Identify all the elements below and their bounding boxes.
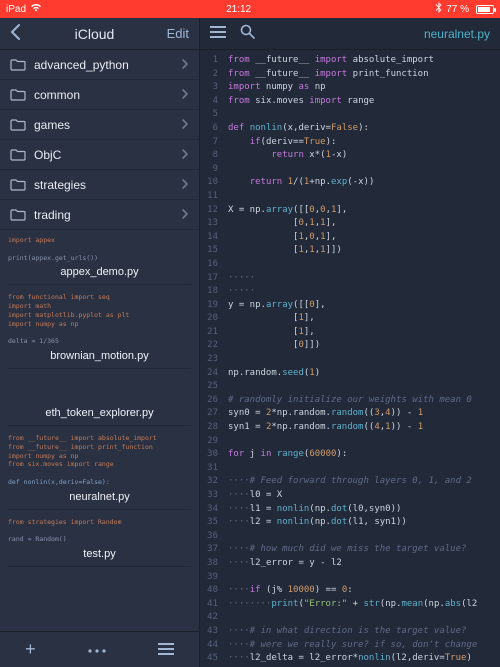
preview-code: import appex print(appex.get_urls()) <box>8 236 191 262</box>
chevron-right-icon <box>182 88 189 102</box>
preview-code: from strategies import Random rand = Ran… <box>8 518 191 544</box>
line-gutter: 1 2 3 4 5 6 7 8 9 10 11 12 13 14 15 16 1… <box>200 50 222 667</box>
file-preview[interactable]: import appex print(appex.get_urls())appe… <box>0 230 199 287</box>
search-icon[interactable] <box>240 24 260 44</box>
chevron-right-icon <box>182 118 189 132</box>
settings-button[interactable] <box>86 639 108 660</box>
battery-percent: 77 % <box>446 4 469 15</box>
preview-code: from __future__ import absolute_import f… <box>8 434 191 487</box>
chevron-right-icon <box>182 178 189 192</box>
folder-row[interactable]: common <box>0 80 199 110</box>
folder-row[interactable]: trading <box>0 200 199 230</box>
folder-icon <box>10 119 26 131</box>
preview-code: from functional import seq import math i… <box>8 293 191 346</box>
file-previews: import appex print(appex.get_urls())appe… <box>0 230 199 631</box>
location-title: iCloud <box>30 26 159 42</box>
preview-title: test.py <box>8 544 191 567</box>
folder-icon <box>10 179 26 191</box>
bluetooth-icon <box>435 2 442 16</box>
folder-name: trading <box>26 208 182 222</box>
folder-name: games <box>26 118 182 132</box>
folder-icon <box>10 149 26 161</box>
folder-row[interactable]: advanced_python <box>0 50 199 80</box>
battery-icon <box>473 5 494 14</box>
editor-nav: neuralnet.py <box>200 18 500 50</box>
device-label: iPad <box>6 4 26 15</box>
bottom-toolbar: + <box>0 631 199 667</box>
chevron-right-icon <box>182 148 189 162</box>
clock: 21:12 <box>42 4 435 15</box>
open-file-name[interactable]: neuralnet.py <box>424 27 490 41</box>
file-browser-nav: iCloud Edit <box>0 18 199 50</box>
preview-title: brownian_motion.py <box>8 346 191 369</box>
view-mode-button[interactable] <box>158 639 174 660</box>
code-content[interactable]: from __future__ import absolute_import f… <box>222 50 500 667</box>
folder-name: common <box>26 88 182 102</box>
folder-name: ObjC <box>26 148 182 162</box>
folder-icon <box>10 89 26 101</box>
folder-icon <box>10 59 26 71</box>
add-button[interactable]: + <box>25 639 36 660</box>
folder-row[interactable]: games <box>0 110 199 140</box>
editor-pane: neuralnet.py 1 2 3 4 5 6 7 8 9 10 11 12 … <box>200 18 500 667</box>
edit-button[interactable]: Edit <box>159 26 189 41</box>
file-preview[interactable]: from __future__ import absolute_import f… <box>0 428 199 512</box>
folder-name: advanced_python <box>26 58 182 72</box>
folder-row[interactable]: strategies <box>0 170 199 200</box>
file-preview[interactable]: eth_token_explorer.py <box>0 371 199 428</box>
file-preview[interactable]: from functional import seq import math i… <box>0 287 199 371</box>
folder-row[interactable]: ObjC <box>0 140 199 170</box>
chevron-right-icon <box>182 208 189 222</box>
file-browser-pane: iCloud Edit advanced_pythoncommon games Ob… <box>0 18 200 667</box>
code-editor[interactable]: 1 2 3 4 5 6 7 8 9 10 11 12 13 14 15 16 1… <box>200 50 500 667</box>
wifi-icon <box>30 3 42 15</box>
preview-title: neuralnet.py <box>8 487 191 510</box>
folder-list: advanced_pythoncommon games ObjC strategies… <box>0 50 199 230</box>
menu-icon[interactable] <box>210 25 230 43</box>
chevron-right-icon <box>182 58 189 72</box>
preview-title: appex_demo.py <box>8 262 191 285</box>
status-bar: iPad 21:12 77 % <box>0 0 500 18</box>
folder-name: strategies <box>26 178 182 192</box>
preview-code <box>8 377 191 403</box>
back-button[interactable] <box>10 24 30 43</box>
preview-title: eth_token_explorer.py <box>8 403 191 426</box>
folder-icon <box>10 209 26 221</box>
file-preview[interactable]: from strategies import Random rand = Ran… <box>0 512 199 569</box>
